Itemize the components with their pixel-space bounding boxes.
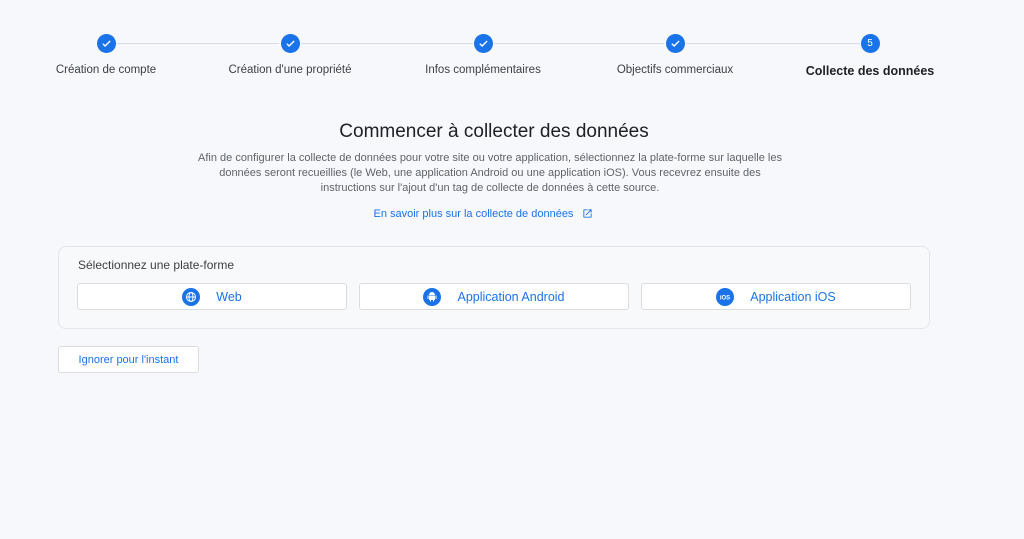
- step-business-objectives: Objectifs commerciaux: [585, 34, 765, 76]
- step-label: Création de compte: [55, 64, 157, 76]
- skip-button[interactable]: Ignorer pour l'instant: [58, 346, 199, 373]
- page-description: Afin de configurer la collecte de donnée…: [198, 152, 782, 194]
- platform-android-label: Application Android: [457, 289, 565, 304]
- platform-card: Sélectionnez une plate-forme Web Applica…: [58, 246, 930, 329]
- step-label: Infos complémentaires: [425, 64, 541, 76]
- platform-card-title: Sélectionnez une plate-forme: [78, 258, 235, 272]
- globe-icon: [182, 287, 201, 306]
- step-additional-info: Infos complémentaires: [393, 34, 573, 76]
- step-number: 5: [860, 34, 880, 53]
- learn-more-label: En savoir plus sur la collecte de donnée…: [373, 208, 574, 220]
- page-title: Commencer à collecter des données: [339, 121, 649, 142]
- android-icon: [423, 287, 442, 306]
- progress-stepper: Création de compte Création d'une propri…: [0, 34, 1024, 84]
- step-label-active: Collecte des données: [805, 64, 935, 78]
- step-label: Création d'une propriété: [228, 64, 352, 76]
- check-icon: [665, 34, 685, 53]
- check-icon: [280, 34, 300, 53]
- check-icon: [96, 34, 116, 53]
- svg-text:iOS: iOS: [720, 295, 730, 301]
- open-in-new-icon: [582, 209, 592, 218]
- check-icon: [473, 34, 493, 53]
- learn-more-link[interactable]: En savoir plus sur la collecte de donnée…: [0, 208, 966, 220]
- step-account-creation: Création de compte: [16, 34, 196, 76]
- step-label: Objectifs commerciaux: [616, 64, 734, 76]
- platform-ios-button[interactable]: iOS Application iOS: [641, 283, 911, 310]
- platform-web-button[interactable]: Web: [77, 283, 347, 310]
- step-data-collection: 5 Collecte des données: [780, 34, 960, 78]
- step-property-creation: Création d'une propriété: [200, 34, 380, 76]
- platform-ios-label: Application iOS: [750, 289, 836, 304]
- platform-web-label: Web: [216, 289, 242, 304]
- platform-android-button[interactable]: Application Android: [359, 283, 629, 310]
- ios-icon: iOS: [716, 287, 735, 306]
